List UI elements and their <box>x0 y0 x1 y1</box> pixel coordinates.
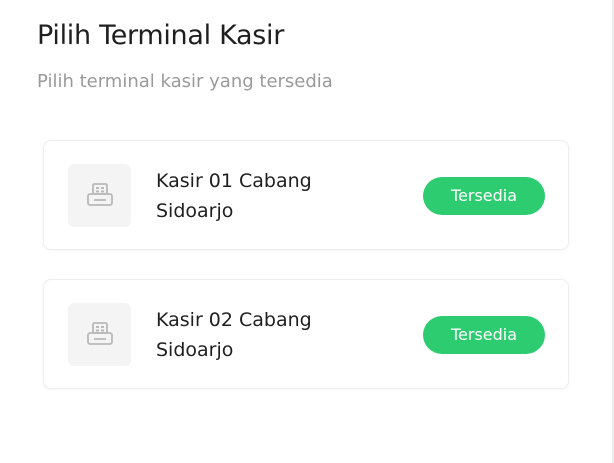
terminal-card[interactable]: Kasir 01 Cabang Sidoarjo Tersedia <box>43 140 569 250</box>
page-subtitle: Pilih terminal kasir yang tersedia <box>37 71 333 92</box>
status-badge-available[interactable]: Tersedia <box>423 177 545 215</box>
terminal-select-page: Pilih Terminal Kasir Pilih terminal kasi… <box>0 0 614 463</box>
page-title: Pilih Terminal Kasir <box>37 20 285 51</box>
terminal-name: Kasir 02 Cabang Sidoarjo <box>156 309 312 361</box>
cash-register-icon <box>68 164 131 227</box>
cash-register-icon <box>68 303 131 366</box>
terminal-name: Kasir 01 Cabang Sidoarjo <box>156 170 312 222</box>
status-badge-available[interactable]: Tersedia <box>423 316 545 354</box>
terminal-card[interactable]: Kasir 02 Cabang Sidoarjo Tersedia <box>43 279 569 389</box>
